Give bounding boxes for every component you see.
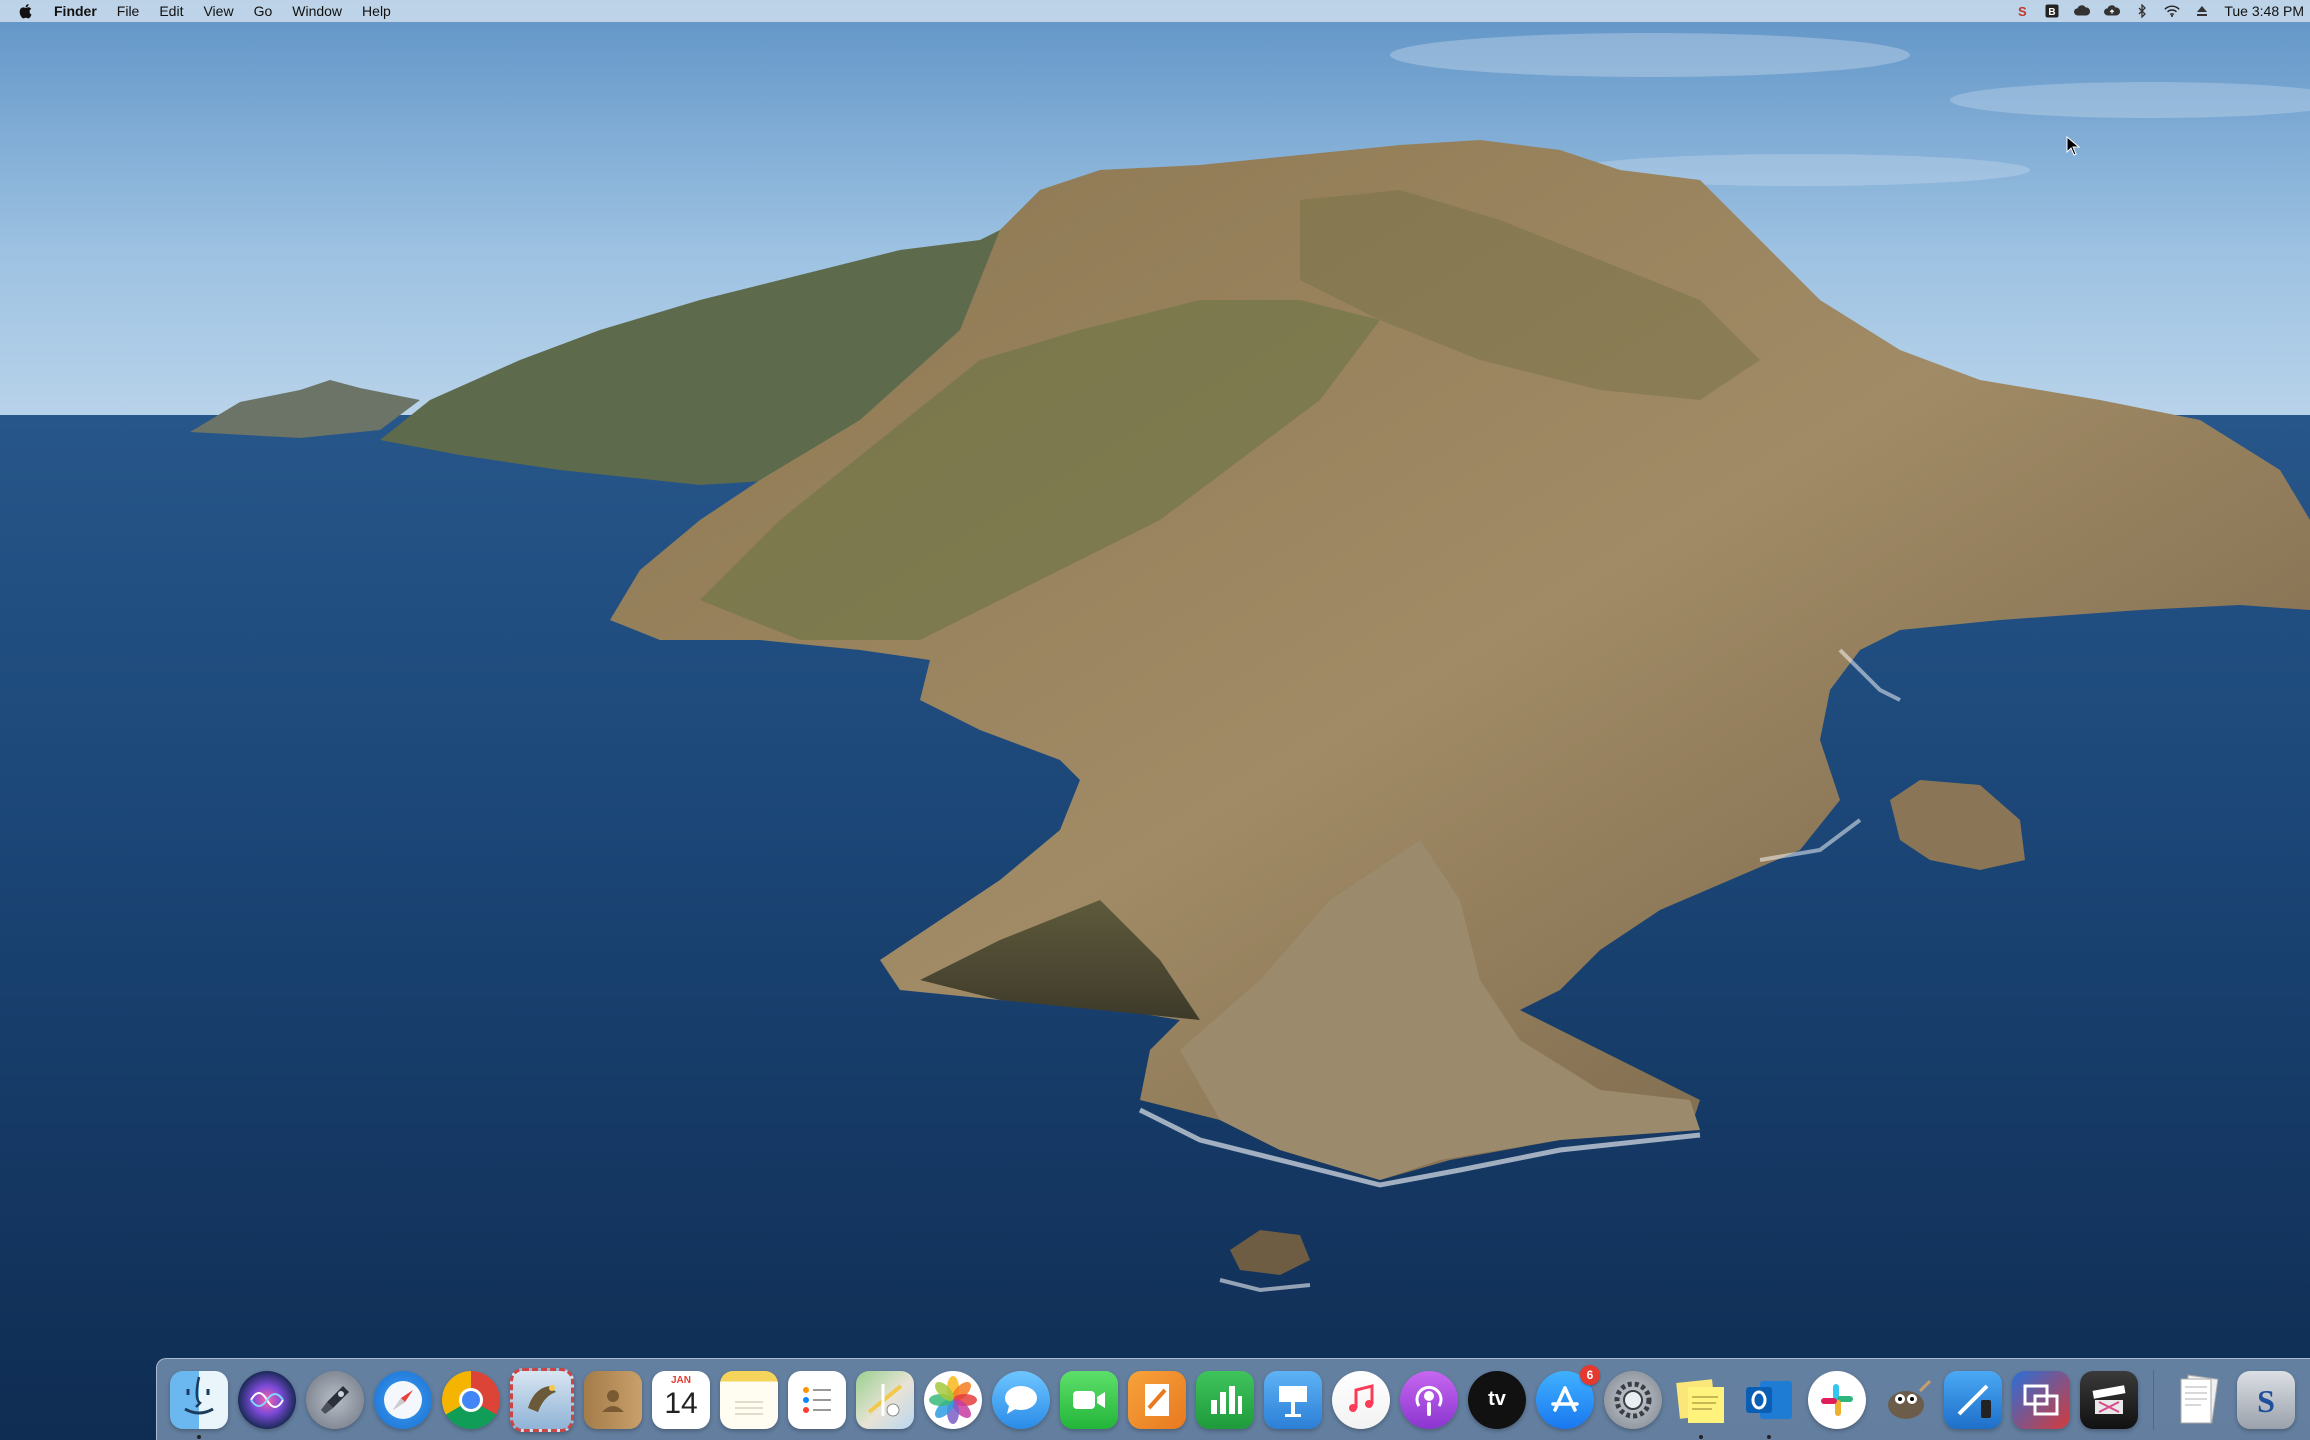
dock-chrome[interactable]	[442, 1370, 500, 1429]
finder-icon	[184, 1376, 214, 1414]
app-store-icon	[1551, 1385, 1579, 1412]
slack-icon	[1821, 1383, 1853, 1416]
scrivener-icon[interactable]: S	[2014, 3, 2030, 19]
dock-system-preferences[interactable]	[1604, 1370, 1662, 1429]
running-indicator	[197, 1434, 201, 1439]
bbedit-icon[interactable]: B	[2044, 3, 2060, 19]
menu-window[interactable]: Window	[282, 0, 352, 22]
siri-icon	[250, 1391, 284, 1408]
scrivener-dock-icon: S	[2257, 1383, 2275, 1419]
dock-notes[interactable]	[720, 1370, 778, 1429]
eject-icon[interactable]	[2194, 3, 2210, 19]
dock-separator	[2153, 1369, 2154, 1430]
dock-keynote[interactable]	[1264, 1370, 1322, 1429]
calendar-day: 14	[664, 1386, 698, 1420]
mail-icon	[528, 1384, 556, 1412]
menu-view[interactable]: View	[193, 0, 243, 22]
dock-numbers[interactable]	[1196, 1370, 1254, 1429]
dock-tv[interactable]: tv	[1468, 1370, 1526, 1429]
dock-contacts[interactable]	[584, 1370, 642, 1429]
dock-slack[interactable]	[1808, 1370, 1866, 1429]
wifi-icon[interactable]	[2164, 3, 2180, 19]
dock-calendar[interactable]: JAN 14	[652, 1370, 710, 1429]
dock-app-store[interactable]: 6	[1536, 1364, 1600, 1429]
documents-stack-icon	[2180, 1374, 2219, 1423]
svg-text:S: S	[2257, 1383, 2275, 1419]
dock-music[interactable]	[1332, 1370, 1390, 1429]
menu-help[interactable]: Help	[352, 0, 401, 22]
dock-gimp[interactable]	[1876, 1371, 1934, 1429]
desktop: Finder File Edit View Go Window Help S B	[0, 0, 2310, 1440]
dock-podcasts[interactable]	[1400, 1370, 1458, 1429]
menu-bar: Finder File Edit View Go Window Help S B	[0, 0, 2310, 22]
messages-icon	[1005, 1385, 1037, 1414]
dock-reminders[interactable]	[788, 1370, 846, 1429]
app-store-badge: 6	[1580, 1364, 1600, 1385]
dock-final-cut-pro[interactable]	[2080, 1370, 2138, 1429]
apple-menu-icon[interactable]	[18, 2, 34, 20]
dock-finder[interactable]	[170, 1370, 228, 1439]
bluetooth-icon[interactable]	[2134, 3, 2150, 19]
dock-screens[interactable]	[2012, 1370, 2070, 1429]
running-indicator	[1767, 1434, 1771, 1439]
screens-icon	[2023, 1384, 2059, 1415]
contacts-icon	[602, 1389, 624, 1412]
music-icon	[1349, 1383, 1374, 1412]
dock-facetime[interactable]	[1060, 1370, 1118, 1429]
tv-label: tv	[1488, 1388, 1506, 1410]
dock-stickies[interactable]	[1672, 1371, 1730, 1439]
dock-siri[interactable]	[238, 1370, 296, 1429]
wallpaper-image	[0, 0, 2310, 1440]
creative-cloud-icon[interactable]	[2074, 3, 2091, 19]
safari-icon	[384, 1380, 422, 1419]
cloud-upload-icon[interactable]	[2104, 3, 2121, 19]
photos-icon	[929, 1375, 977, 1424]
keynote-icon	[1279, 1385, 1307, 1417]
numbers-icon	[1211, 1385, 1242, 1414]
gimp-icon	[1888, 1379, 1932, 1419]
dock-launchpad[interactable]	[306, 1370, 364, 1429]
chrome-icon	[459, 1387, 483, 1412]
xcode-icon	[1957, 1384, 1991, 1418]
reminders-icon	[803, 1386, 831, 1413]
dock-maps[interactable]	[856, 1370, 914, 1429]
outlook-icon	[1746, 1380, 1792, 1419]
dock-mail[interactable]	[510, 1367, 574, 1432]
dock-pages[interactable]	[1128, 1370, 1186, 1429]
dock-photos[interactable]	[924, 1370, 982, 1429]
menu-edit[interactable]: Edit	[149, 0, 193, 22]
menu-clock[interactable]: Tue 3:48 PM	[2224, 3, 2304, 19]
system-preferences-icon	[1614, 1381, 1652, 1418]
menu-go[interactable]: Go	[244, 0, 283, 22]
facetime-icon	[1073, 1390, 1105, 1409]
pages-icon	[1145, 1383, 1169, 1416]
launchpad-icon	[321, 1385, 349, 1414]
dock-scrivener[interactable]: S	[2237, 1370, 2295, 1429]
maps-icon	[867, 1383, 903, 1416]
dock-messages[interactable]	[992, 1370, 1050, 1429]
stickies-icon	[1676, 1378, 1724, 1423]
dock-xcode[interactable]	[1944, 1370, 2002, 1429]
final-cut-pro-icon	[2092, 1384, 2126, 1414]
podcasts-icon	[1415, 1385, 1443, 1416]
dock: JAN 14 tv 6 S	[156, 1358, 2310, 1440]
dock-documents-stack[interactable]	[2169, 1371, 2227, 1429]
mouse-cursor-icon	[2066, 136, 2080, 156]
dock-outlook[interactable]	[1740, 1371, 1798, 1439]
calendar-month: JAN	[670, 1374, 691, 1386]
running-indicator	[1699, 1434, 1703, 1439]
svg-text:B: B	[2049, 7, 2056, 18]
menu-app-name[interactable]: Finder	[44, 0, 107, 22]
notes-icon	[735, 1400, 763, 1415]
menu-file[interactable]: File	[107, 0, 150, 22]
dock-safari[interactable]	[374, 1370, 432, 1429]
